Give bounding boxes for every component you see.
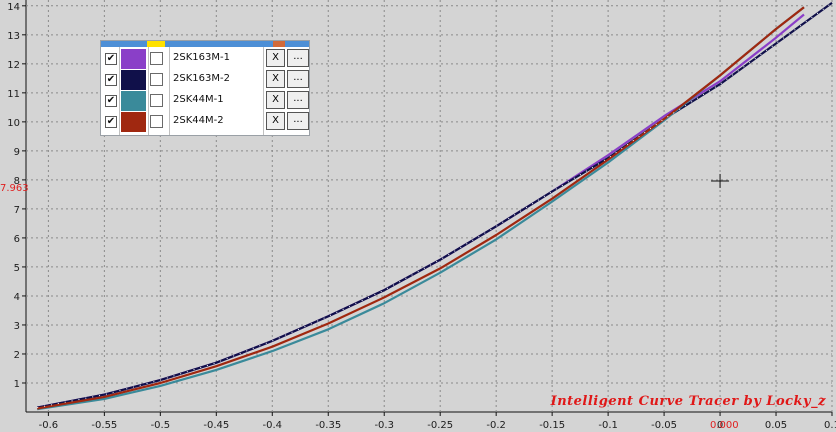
x-tick-label: -0.55 [91, 420, 117, 431]
x-tick-label: -0.3 [374, 420, 394, 431]
series-name: 2SK44M-2 [173, 115, 224, 126]
y-tick-label: 12 [7, 60, 20, 71]
y-tick-label: 1 [14, 379, 20, 390]
series-option-checkbox[interactable] [150, 52, 163, 65]
series-name: 2SK44M-1 [173, 94, 224, 105]
series-option-checkbox[interactable] [150, 94, 163, 107]
cursor-x-readout: 0.000 [710, 420, 739, 431]
y-tick-label: 13 [7, 31, 20, 42]
x-tick-label: 0.1 [824, 420, 836, 431]
y-tick-label: 14 [7, 2, 20, 13]
cursor-y-readout: 7.963 [0, 183, 29, 194]
remove-series-button[interactable]: X [266, 70, 285, 88]
y-tick-label: 11 [7, 89, 20, 100]
series-option-checkbox[interactable] [150, 73, 163, 86]
series-name: 2SK163M-2 [173, 73, 230, 84]
y-tick-label: 3 [14, 321, 20, 332]
series-options-button[interactable]: ... [287, 91, 309, 109]
legend-row-2sk44m-2: ✔ 2SK44M-2 X ... [101, 111, 309, 132]
y-tick-label: 4 [14, 292, 20, 303]
x-tick-label: -0.5 [151, 420, 171, 431]
remove-series-button[interactable]: X [266, 49, 285, 67]
x-tick-label: -0.05 [651, 420, 677, 431]
series-name: 2SK163M-1 [173, 52, 230, 63]
legend-row-2sk163m-2: ✔ 2SK163M-2 X ... [101, 69, 309, 90]
series-color-swatch[interactable] [121, 112, 146, 132]
series-color-swatch[interactable] [121, 91, 146, 111]
y-tick-label: 2 [14, 350, 20, 361]
x-tick-label: -0.15 [539, 420, 565, 431]
x-tick-label: -0.2 [486, 420, 506, 431]
legend-header-swatch [147, 41, 165, 47]
series-options-button[interactable]: ... [287, 49, 309, 67]
series-color-swatch[interactable] [121, 49, 146, 69]
series-visible-checkbox[interactable]: ✔ [105, 95, 117, 107]
x-tick-label: 0.05 [765, 420, 787, 431]
y-tick-label: 9 [14, 147, 20, 158]
x-tick-label: -0.35 [315, 420, 341, 431]
series-visible-checkbox[interactable]: ✔ [105, 74, 117, 86]
x-tick-label: -0.1 [598, 420, 618, 431]
y-tick-label: 6 [14, 234, 20, 245]
y-tick-label: 7 [14, 205, 20, 216]
legend-row-2sk163m-1: ✔ 2SK163M-1 X ... [101, 48, 309, 69]
series-color-swatch[interactable] [121, 70, 146, 90]
series-visible-checkbox[interactable]: ✔ [105, 53, 117, 65]
legend-header [101, 41, 309, 47]
legend-panel: ✔ 2SK163M-1 X ... ✔ 2SK163M-2 X ... ✔ 2S… [100, 40, 310, 136]
series-options-button[interactable]: ... [287, 70, 309, 88]
y-tick-label: 5 [14, 263, 20, 274]
y-tick-labels: 1234567891011121314 [7, 2, 20, 390]
legend-header-swatch [273, 41, 285, 47]
x-tick-label: -0.45 [203, 420, 229, 431]
legend-row-2sk44m-1: ✔ 2SK44M-1 X ... [101, 90, 309, 111]
y-tick-label: 10 [7, 118, 20, 129]
x-tick-label: -0.25 [427, 420, 453, 431]
series-option-checkbox[interactable] [150, 115, 163, 128]
app-watermark: Intelligent Curve Tracer by Locky_z [550, 394, 826, 409]
x-tick-label: -0.6 [39, 420, 59, 431]
series-visible-checkbox[interactable]: ✔ [105, 116, 117, 128]
remove-series-button[interactable]: X [266, 112, 285, 130]
series-options-button[interactable]: ... [287, 112, 309, 130]
remove-series-button[interactable]: X [266, 91, 285, 109]
x-tick-label: -0.4 [263, 420, 283, 431]
